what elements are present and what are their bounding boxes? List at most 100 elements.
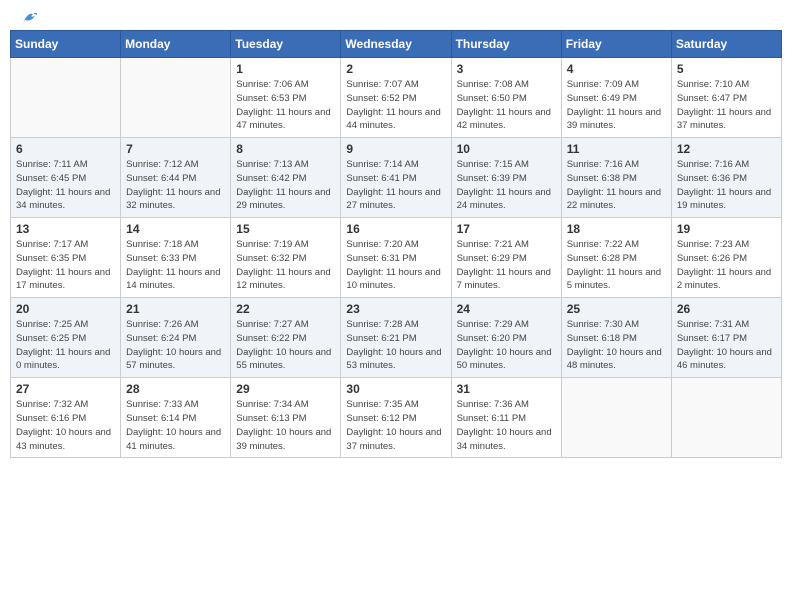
calendar-cell [671, 378, 781, 458]
day-info: Sunrise: 7:08 AM Sunset: 6:50 PM Dayligh… [457, 78, 556, 133]
calendar-week-row: 27 Sunrise: 7:32 AM Sunset: 6:16 PM Dayli… [11, 378, 782, 458]
calendar-cell: 24 Sunrise: 7:29 AM Sunset: 6:20 PM Dayli… [451, 298, 561, 378]
day-info: Sunrise: 7:25 AM Sunset: 6:25 PM Dayligh… [16, 318, 115, 373]
day-info: Sunrise: 7:21 AM Sunset: 6:29 PM Dayligh… [457, 238, 556, 293]
day-info: Sunrise: 7:30 AM Sunset: 6:18 PM Dayligh… [567, 318, 666, 373]
calendar-header-row: SundayMondayTuesdayWednesdayThursdayFrid… [11, 31, 782, 58]
day-info: Sunrise: 7:32 AM Sunset: 6:16 PM Dayligh… [16, 398, 115, 453]
calendar-week-row: 13 Sunrise: 7:17 AM Sunset: 6:35 PM Dayli… [11, 218, 782, 298]
day-info: Sunrise: 7:09 AM Sunset: 6:49 PM Dayligh… [567, 78, 666, 133]
calendar-cell: 27 Sunrise: 7:32 AM Sunset: 6:16 PM Dayli… [11, 378, 121, 458]
day-number: 20 [16, 302, 115, 316]
calendar-cell: 21Sunrise: 7:26 AM Sunset: 6:24 PM Dayli… [121, 298, 231, 378]
day-number: 9 [346, 142, 445, 156]
col-header-friday: Friday [561, 31, 671, 58]
calendar-cell: 14 Sunrise: 7:18 AM Sunset: 6:33 PM Dayli… [121, 218, 231, 298]
day-info: Sunrise: 7:10 AM Sunset: 6:47 PM Dayligh… [677, 78, 776, 133]
day-info: Sunrise: 7:22 AM Sunset: 6:28 PM Dayligh… [567, 238, 666, 293]
calendar-cell: 30 Sunrise: 7:35 AM Sunset: 6:12 PM Dayli… [341, 378, 451, 458]
day-info: Sunrise: 7:26 AM Sunset: 6:24 PM Dayligh… [126, 318, 225, 373]
day-number: 24 [457, 302, 556, 316]
calendar-cell: 26 Sunrise: 7:31 AM Sunset: 6:17 PM Dayli… [671, 298, 781, 378]
col-header-saturday: Saturday [671, 31, 781, 58]
day-info: Sunrise: 7:17 AM Sunset: 6:35 PM Dayligh… [16, 238, 115, 293]
calendar-cell: 13 Sunrise: 7:17 AM Sunset: 6:35 PM Dayli… [11, 218, 121, 298]
col-header-monday: Monday [121, 31, 231, 58]
day-number: 18 [567, 222, 666, 236]
calendar-cell [561, 378, 671, 458]
col-header-wednesday: Wednesday [341, 31, 451, 58]
col-header-sunday: Sunday [11, 31, 121, 58]
calendar-cell [121, 58, 231, 138]
day-number: 10 [457, 142, 556, 156]
day-number: 28 [126, 382, 225, 396]
day-info: Sunrise: 7:18 AM Sunset: 6:33 PM Dayligh… [126, 238, 225, 293]
day-number: 14 [126, 222, 225, 236]
calendar-cell: 8Sunrise: 7:13 AM Sunset: 6:42 PM Daylig… [231, 138, 341, 218]
day-info: Sunrise: 7:34 AM Sunset: 6:13 PM Dayligh… [236, 398, 335, 453]
day-number: 2 [346, 62, 445, 76]
calendar-cell: 9 Sunrise: 7:14 AM Sunset: 6:41 PM Daylig… [341, 138, 451, 218]
calendar-week-row: 6 Sunrise: 7:11 AM Sunset: 6:45 PM Daylig… [11, 138, 782, 218]
calendar-cell: 20 Sunrise: 7:25 AM Sunset: 6:25 PM Dayli… [11, 298, 121, 378]
calendar-cell: 22 Sunrise: 7:27 AM Sunset: 6:22 PM Dayli… [231, 298, 341, 378]
day-number: 12 [677, 142, 776, 156]
col-header-tuesday: Tuesday [231, 31, 341, 58]
day-number: 31 [457, 382, 556, 396]
page-header [10, 10, 782, 22]
day-info: Sunrise: 7:07 AM Sunset: 6:52 PM Dayligh… [346, 78, 445, 133]
day-info: Sunrise: 7:20 AM Sunset: 6:31 PM Dayligh… [346, 238, 445, 293]
day-number: 3 [457, 62, 556, 76]
day-info: Sunrise: 7:15 AM Sunset: 6:39 PM Dayligh… [457, 158, 556, 213]
calendar-cell: 25 Sunrise: 7:30 AM Sunset: 6:18 PM Dayli… [561, 298, 671, 378]
calendar-cell: 19 Sunrise: 7:23 AM Sunset: 6:26 PM Dayli… [671, 218, 781, 298]
day-number: 1 [236, 62, 335, 76]
calendar-week-row: 20 Sunrise: 7:25 AM Sunset: 6:25 PM Dayli… [11, 298, 782, 378]
day-info: Sunrise: 7:35 AM Sunset: 6:12 PM Dayligh… [346, 398, 445, 453]
calendar-cell: 17 Sunrise: 7:21 AM Sunset: 6:29 PM Dayli… [451, 218, 561, 298]
day-info: Sunrise: 7:27 AM Sunset: 6:22 PM Dayligh… [236, 318, 335, 373]
calendar-cell: 28 Sunrise: 7:33 AM Sunset: 6:14 PM Dayli… [121, 378, 231, 458]
day-number: 5 [677, 62, 776, 76]
day-info: Sunrise: 7:31 AM Sunset: 6:17 PM Dayligh… [677, 318, 776, 373]
day-info: Sunrise: 7:12 AM Sunset: 6:44 PM Dayligh… [126, 158, 225, 213]
day-number: 6 [16, 142, 115, 156]
day-number: 26 [677, 302, 776, 316]
calendar-cell: 6 Sunrise: 7:11 AM Sunset: 6:45 PM Daylig… [11, 138, 121, 218]
day-info: Sunrise: 7:14 AM Sunset: 6:41 PM Dayligh… [346, 158, 445, 213]
calendar-cell: 10 Sunrise: 7:15 AM Sunset: 6:39 PM Dayli… [451, 138, 561, 218]
calendar-cell: 4Sunrise: 7:09 AM Sunset: 6:49 PM Daylig… [561, 58, 671, 138]
day-info: Sunrise: 7:13 AM Sunset: 6:42 PM Dayligh… [236, 158, 335, 213]
day-number: 30 [346, 382, 445, 396]
calendar-cell: 18 Sunrise: 7:22 AM Sunset: 6:28 PM Dayli… [561, 218, 671, 298]
day-info: Sunrise: 7:29 AM Sunset: 6:20 PM Dayligh… [457, 318, 556, 373]
day-info: Sunrise: 7:28 AM Sunset: 6:21 PM Dayligh… [346, 318, 445, 373]
day-number: 17 [457, 222, 556, 236]
calendar-cell: 1Sunrise: 7:06 AM Sunset: 6:53 PM Daylig… [231, 58, 341, 138]
day-number: 11 [567, 142, 666, 156]
day-info: Sunrise: 7:11 AM Sunset: 6:45 PM Dayligh… [16, 158, 115, 213]
calendar-cell: 2 Sunrise: 7:07 AM Sunset: 6:52 PM Daylig… [341, 58, 451, 138]
day-number: 25 [567, 302, 666, 316]
calendar-cell [11, 58, 121, 138]
day-info: Sunrise: 7:23 AM Sunset: 6:26 PM Dayligh… [677, 238, 776, 293]
day-number: 27 [16, 382, 115, 396]
day-info: Sunrise: 7:19 AM Sunset: 6:32 PM Dayligh… [236, 238, 335, 293]
day-info: Sunrise: 7:16 AM Sunset: 6:38 PM Dayligh… [567, 158, 666, 213]
day-number: 23 [346, 302, 445, 316]
calendar-cell: 16 Sunrise: 7:20 AM Sunset: 6:31 PM Dayli… [341, 218, 451, 298]
col-header-thursday: Thursday [451, 31, 561, 58]
day-number: 22 [236, 302, 335, 316]
calendar-cell: 31Sunrise: 7:36 AM Sunset: 6:11 PM Dayli… [451, 378, 561, 458]
day-info: Sunrise: 7:33 AM Sunset: 6:14 PM Dayligh… [126, 398, 225, 453]
day-number: 19 [677, 222, 776, 236]
day-number: 13 [16, 222, 115, 236]
calendar-cell: 5 Sunrise: 7:10 AM Sunset: 6:47 PM Daylig… [671, 58, 781, 138]
calendar-cell: 7Sunrise: 7:12 AM Sunset: 6:44 PM Daylig… [121, 138, 231, 218]
calendar-table: SundayMondayTuesdayWednesdayThursdayFrid… [10, 30, 782, 458]
day-number: 15 [236, 222, 335, 236]
calendar-cell: 15 Sunrise: 7:19 AM Sunset: 6:32 PM Dayli… [231, 218, 341, 298]
calendar-cell: 29Sunrise: 7:34 AM Sunset: 6:13 PM Dayli… [231, 378, 341, 458]
day-number: 16 [346, 222, 445, 236]
calendar-cell: 11 Sunrise: 7:16 AM Sunset: 6:38 PM Dayli… [561, 138, 671, 218]
